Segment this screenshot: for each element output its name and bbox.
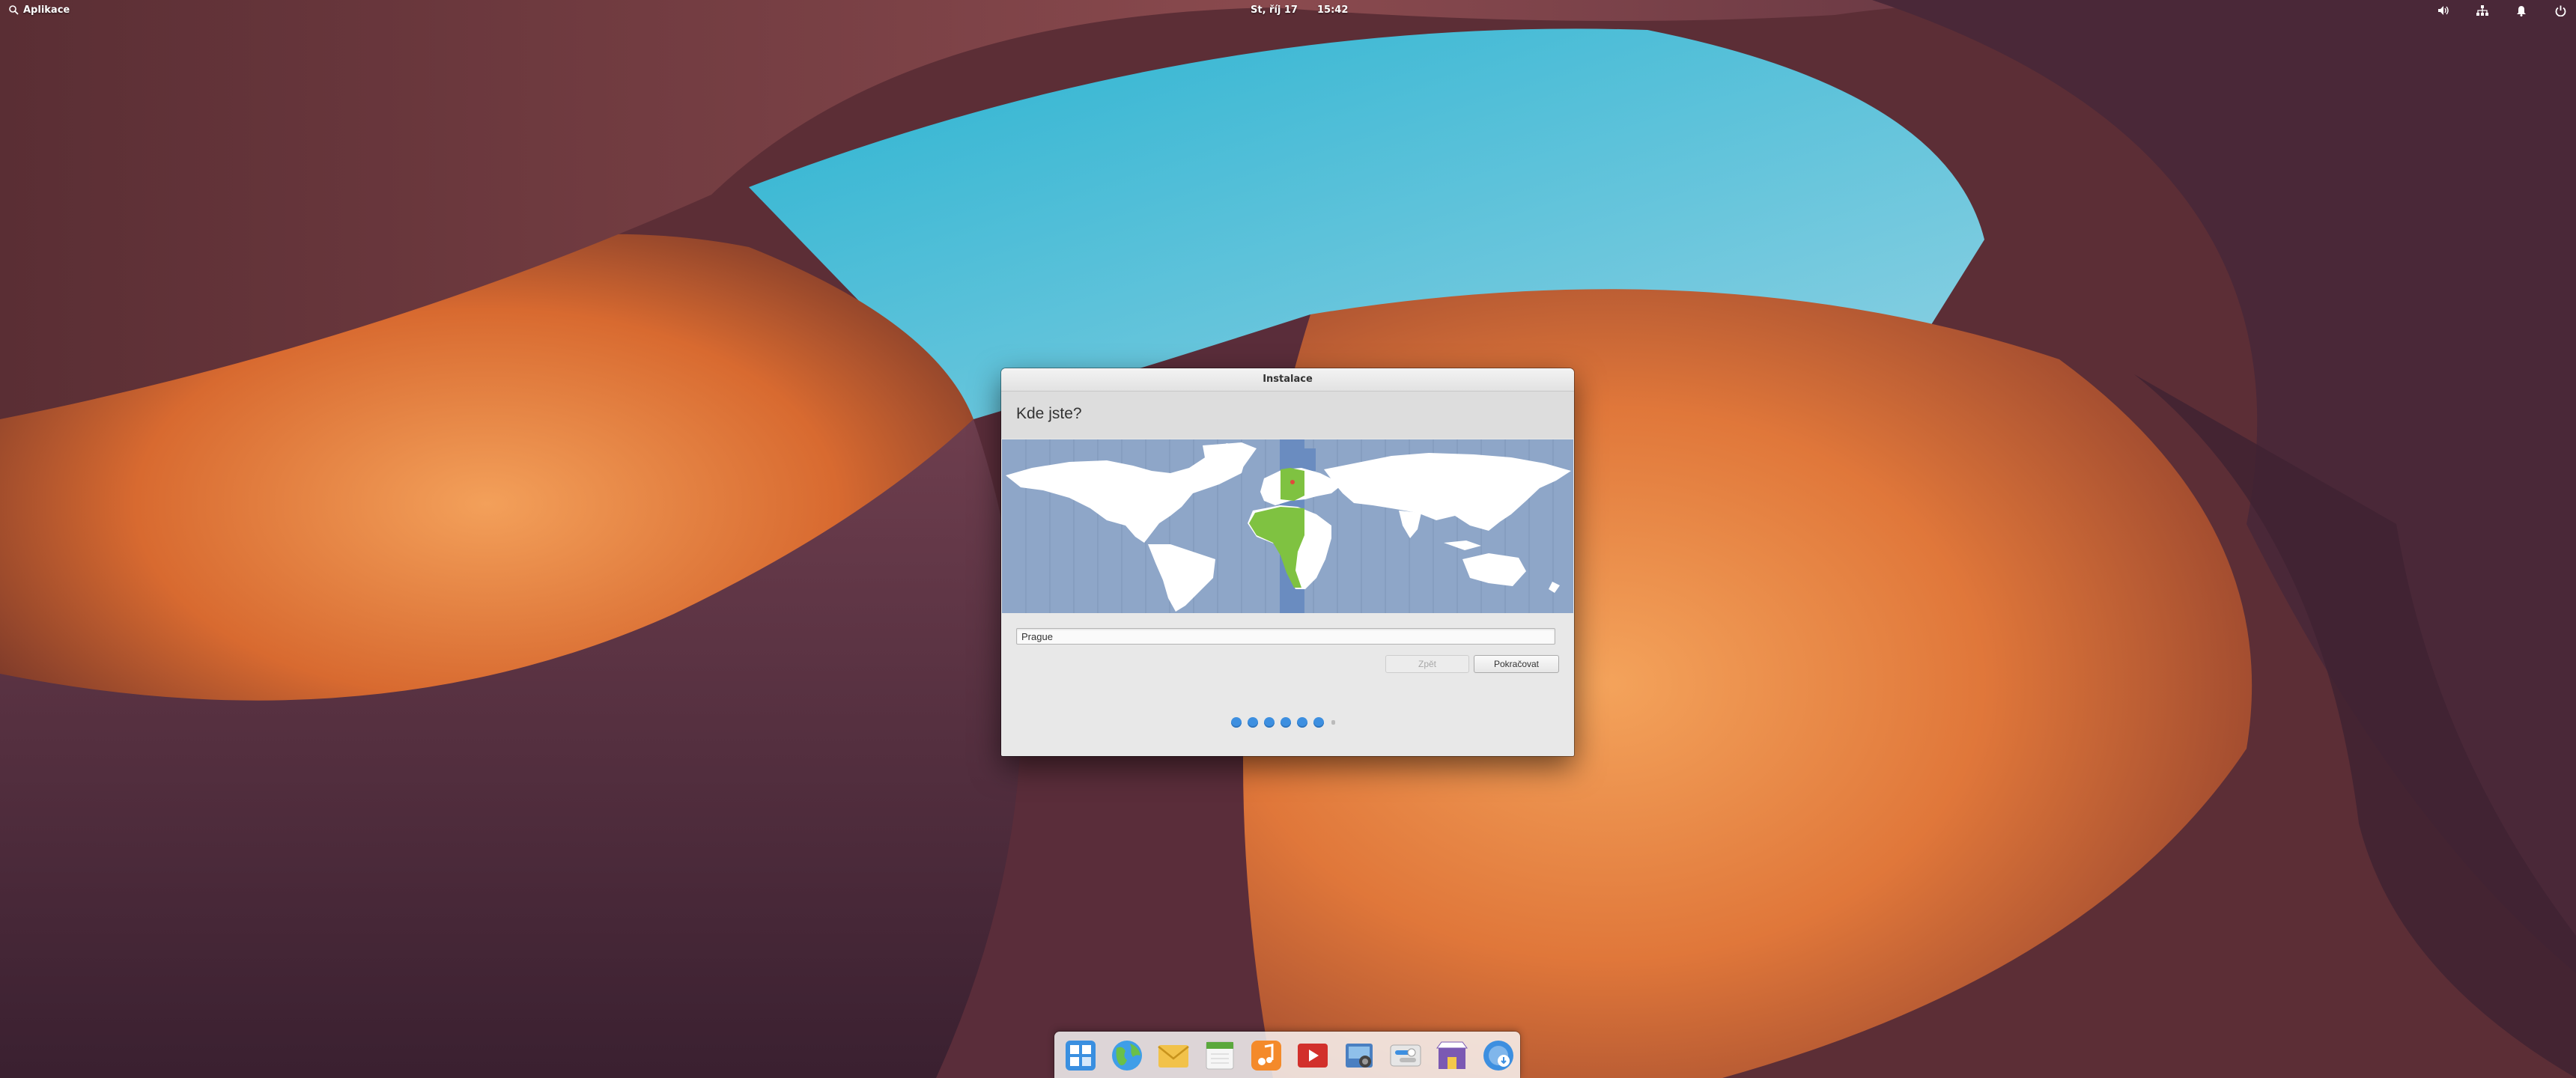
progress-step-dot (1313, 717, 1324, 728)
continue-button[interactable]: Pokračovat (1474, 655, 1559, 673)
photos-icon[interactable] (1341, 1038, 1377, 1074)
install-progress-steps (1231, 717, 1335, 728)
search-icon (9, 5, 19, 15)
location-marker-icon (1290, 480, 1295, 484)
applications-menu[interactable]: Aplikace (9, 4, 70, 16)
mail-icon[interactable] (1155, 1038, 1191, 1074)
location-input[interactable] (1016, 628, 1555, 645)
applications-label: Aplikace (23, 4, 70, 16)
progress-step-dot (1297, 717, 1307, 728)
multitasking-view-icon[interactable] (1063, 1038, 1099, 1074)
progress-step-dot (1281, 717, 1291, 728)
app-center-icon[interactable] (1434, 1038, 1470, 1074)
videos-icon[interactable] (1295, 1038, 1331, 1074)
web-browser-icon[interactable] (1109, 1038, 1145, 1074)
back-button[interactable]: Zpět (1385, 655, 1469, 673)
notifications-icon[interactable] (2515, 4, 2528, 17)
page-heading: Kde jste? (1016, 405, 1082, 422)
window-titlebar[interactable]: Instalace (1001, 368, 1574, 392)
music-icon[interactable] (1248, 1038, 1284, 1074)
window-title: Instalace (1263, 374, 1313, 385)
calendar-icon[interactable] (1202, 1038, 1238, 1074)
volume-icon[interactable] (2437, 4, 2450, 17)
datetime-indicator[interactable]: St, říj 17 15:42 (1251, 4, 1348, 16)
installer-icon[interactable] (1480, 1038, 1516, 1074)
power-icon[interactable] (2554, 4, 2567, 17)
network-icon[interactable] (2476, 4, 2489, 17)
date-label: St, říj 17 (1251, 4, 1298, 16)
dock (1054, 1032, 1520, 1078)
selected-timezone-band-ext (1304, 448, 1316, 471)
progress-step-pending (1331, 720, 1335, 725)
time-label: 15:42 (1316, 4, 1349, 16)
top-panel: Aplikace St, říj 17 15:42 (0, 0, 2576, 21)
installer-window: Instalace Kde jste? Prague Zpět Pokračov… (1001, 368, 1574, 756)
heading-area: Kde jste? (1001, 392, 1574, 439)
progress-step-dot (1264, 717, 1275, 728)
progress-step-dot (1231, 717, 1242, 728)
system-settings-icon[interactable] (1388, 1038, 1424, 1074)
progress-step-dot (1248, 717, 1258, 728)
timezone-map[interactable] (1002, 439, 1573, 613)
